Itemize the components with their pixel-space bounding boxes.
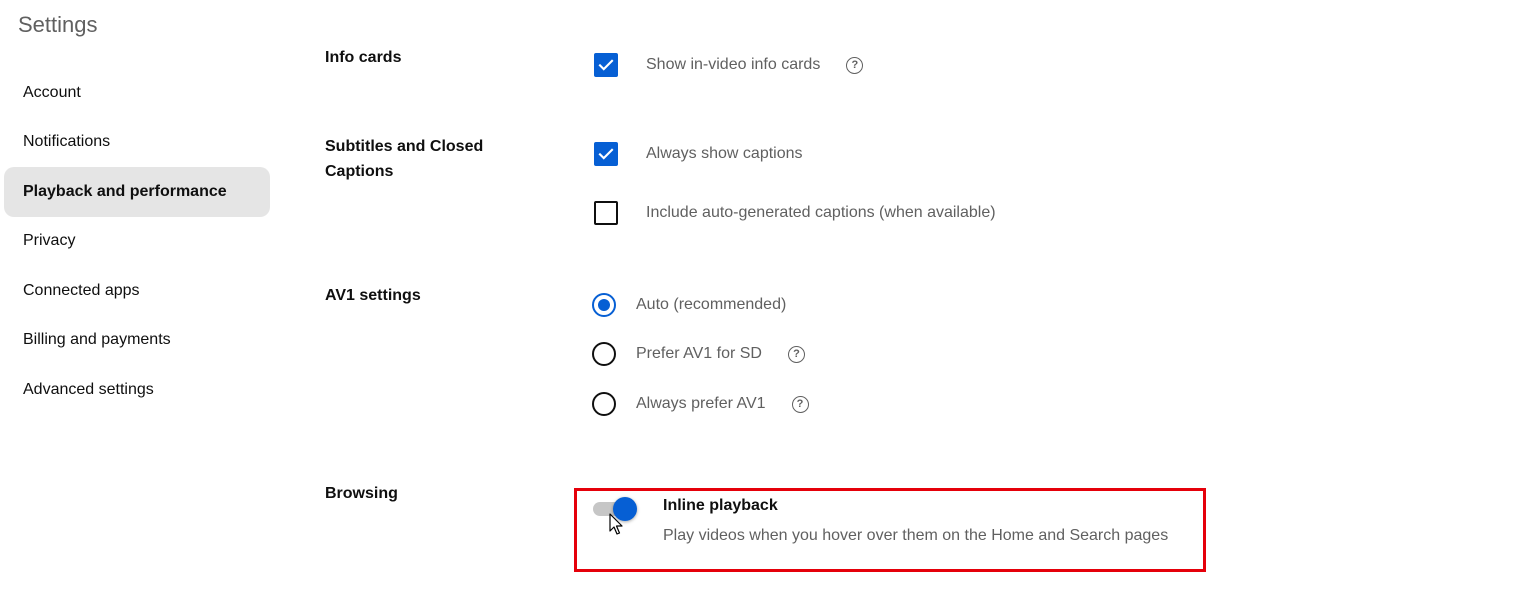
info-cards-option-label: Show in-video info cards [646, 56, 821, 73]
check-icon [598, 148, 614, 160]
sidebar-item-notifications[interactable]: Notifications [4, 118, 270, 168]
auto-captions-option: Include auto-generated captions (when av… [594, 201, 996, 225]
browsing-label: Browsing [325, 485, 398, 502]
sidebar-item-account[interactable]: Account [4, 68, 270, 118]
sidebar-item-label: Playback and performance [23, 182, 227, 200]
sidebar-item-privacy[interactable]: Privacy [4, 217, 270, 267]
av1-always-option: Always prefer AV1 ? [592, 392, 809, 416]
help-icon[interactable]: ? [787, 345, 805, 363]
sidebar-item-billing[interactable]: Billing and payments [4, 316, 270, 366]
subtitles-label: Subtitles and Closed Captions [325, 138, 484, 180]
av1-sd-label: Prefer AV1 for SD [636, 345, 762, 362]
av1-auto-label: Auto (recommended) [636, 296, 787, 313]
sidebar-item-playback[interactable]: Playback and performance [4, 167, 270, 217]
settings-sidebar: Account Notifications Playback and perfo… [4, 68, 270, 415]
av1-auto-radio[interactable] [592, 293, 616, 317]
info-cards-checkbox[interactable] [594, 53, 618, 77]
settings-title: Settings [18, 12, 98, 37]
av1-always-radio[interactable] [592, 392, 616, 416]
auto-captions-checkbox[interactable] [594, 201, 618, 225]
av1-sd-radio[interactable] [592, 342, 616, 366]
sidebar-item-label: Advanced settings [23, 380, 154, 398]
help-icon[interactable]: ? [846, 56, 864, 74]
auto-captions-label: Include auto-generated captions (when av… [646, 204, 996, 221]
always-captions-label: Always show captions [646, 145, 803, 162]
inline-playback-title: Inline playback [663, 497, 778, 514]
settings-page: Settings Account Notifications Playback … [0, 0, 1536, 609]
info-cards-option: Show in-video info cards ? [594, 53, 864, 77]
sidebar-item-label: Privacy [23, 232, 76, 250]
sidebar-item-label: Notifications [23, 133, 111, 151]
mouse-cursor-icon [609, 513, 623, 535]
sidebar-item-connected-apps[interactable]: Connected apps [4, 266, 270, 316]
sidebar-item-label: Billing and payments [23, 331, 171, 349]
inline-playback-description: Play videos when you hover over them on … [663, 527, 1169, 544]
sidebar-item-label: Connected apps [23, 281, 140, 299]
sidebar-item-advanced[interactable]: Advanced settings [4, 365, 270, 415]
av1-always-label: Always prefer AV1 [636, 395, 766, 412]
always-captions-checkbox[interactable] [594, 142, 618, 166]
info-cards-label: Info cards [325, 49, 402, 66]
help-icon[interactable]: ? [791, 395, 809, 413]
av1-sd-option: Prefer AV1 for SD ? [592, 342, 805, 366]
av1-auto-option: Auto (recommended) [592, 293, 786, 317]
av1-settings-label: AV1 settings [325, 287, 421, 304]
always-captions-option: Always show captions [594, 142, 803, 166]
check-icon [598, 59, 614, 71]
sidebar-item-label: Account [23, 83, 81, 101]
